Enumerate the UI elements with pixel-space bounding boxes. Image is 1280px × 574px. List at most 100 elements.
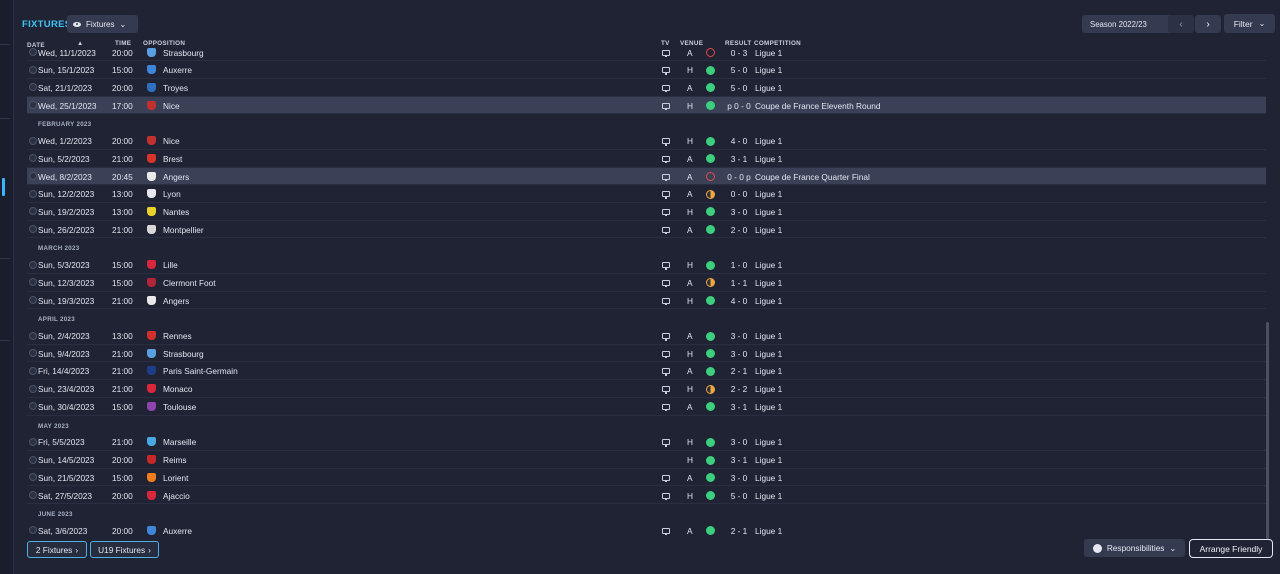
table-row[interactable]: Wed, 1/2/2023 20:00 Nice H 4 - 0 Ligue 1 [27,132,1266,150]
table-row[interactable]: Wed, 25/1/2023 17:00 Nice Hp 0 - 0 Coupe de … [27,96,1266,115]
competition-name[interactable]: Ligue 1 [755,402,782,412]
match-score[interactable]: 0 - 0 [724,189,754,199]
match-score[interactable]: 3 - 0 [724,349,754,359]
match-score[interactable]: 1 - 0 [724,260,754,270]
opposition-name[interactable]: Lorient [163,473,188,483]
table-row[interactable]: Sun, 15/1/2023 15:00 Auxerre H 5 - 0 Ligue 1 [27,61,1266,79]
arrange-friendly-button[interactable]: Arrange Friendly [1189,539,1273,558]
competition-name[interactable]: Coupe de France Eleventh Round [755,101,880,111]
competition-name[interactable]: Ligue 1 [755,384,782,394]
match-score[interactable]: 5 - 0 [724,491,754,501]
match-score[interactable]: 3 - 0 [724,437,754,447]
opposition-name[interactable]: Ajaccio [163,491,190,501]
opposition-name[interactable]: Angers [163,296,189,306]
opposition-name[interactable]: Brest [163,154,182,164]
match-score[interactable]: 4 - 0 [724,136,754,146]
table-row[interactable]: Sun, 12/3/2023 15:00 Clermont Foot A 1 - 1 Li… [27,274,1266,292]
competition-name[interactable]: Ligue 1 [755,154,782,164]
opposition-name[interactable]: Angers [163,172,189,182]
opposition-name[interactable]: Monaco [163,384,193,394]
filter-button[interactable]: Filter ⌄ [1224,14,1275,33]
opposition-name[interactable]: Montpellier [163,225,204,235]
competition-name[interactable]: Ligue 1 [755,136,782,146]
u19-fixtures-button[interactable]: U19 Fixtures › [90,541,159,558]
table-row[interactable]: Sun, 19/3/2023 21:00 Angers H 4 - 0 Ligue 1 [27,292,1266,310]
match-score[interactable]: 2 - 1 [724,526,754,536]
table-row[interactable]: Sat, 3/6/2023 20:00 Auxerre A 2 - 1 Ligue 1 [27,522,1266,538]
competition-name[interactable]: Ligue 1 [755,349,782,359]
table-row[interactable]: Sun, 26/2/2023 21:00 Montpellier A 2 - 0 Ligu… [27,221,1266,239]
opposition-name[interactable]: Strasbourg [163,48,204,58]
table-row[interactable]: Sun, 21/5/2023 15:00 Lorient A 3 - 0 Ligue 1 [27,469,1266,487]
match-score[interactable]: 2 - 0 [724,225,754,235]
opposition-name[interactable]: Nice [163,101,180,111]
competition-name[interactable]: Ligue 1 [755,189,782,199]
previous-season-button[interactable]: ‹ [1168,15,1194,33]
competition-name[interactable]: Ligue 1 [755,278,782,288]
table-scrollbar[interactable] [1266,322,1269,539]
opposition-name[interactable]: Lille [163,260,178,270]
opposition-name[interactable]: Toulouse [163,402,196,412]
table-row[interactable]: Fri, 14/4/2023 21:00 Paris Saint-Germain A 2… [27,362,1266,381]
competition-name[interactable]: Ligue 1 [755,526,782,536]
match-score[interactable]: 1 - 1 [724,278,754,288]
table-row[interactable]: Sat, 27/5/2023 20:00 Ajaccio H 5 - 0 Ligue 1 [27,487,1266,505]
opposition-name[interactable]: Marseille [163,437,196,447]
match-score[interactable]: 3 - 0 [724,473,754,483]
competition-name[interactable]: Ligue 1 [755,83,782,93]
competition-name[interactable]: Ligue 1 [755,260,782,270]
competition-name[interactable]: Ligue 1 [755,207,782,217]
opposition-name[interactable]: Lyon [163,189,181,199]
opposition-name[interactable]: Paris Saint-Germain [163,366,238,376]
next-season-button[interactable]: › [1195,15,1221,33]
opposition-name[interactable]: Auxerre [163,526,192,536]
match-score[interactable]: 2 - 2 [724,384,754,394]
table-row[interactable]: Sun, 5/3/2023 15:00 Lille H 1 - 0 Ligue 1 [27,256,1266,274]
match-score[interactable]: 3 - 1 [724,455,754,465]
competition-name[interactable]: Ligue 1 [755,366,782,376]
table-row[interactable]: Sun, 9/4/2023 21:00 Strasbourg H 3 - 0 Ligue … [27,345,1266,363]
match-score[interactable]: 3 - 0 [724,207,754,217]
competition-name[interactable]: Ligue 1 [755,455,782,465]
competition-name[interactable]: Ligue 1 [755,437,782,447]
table-row[interactable]: Sun, 30/4/2023 15:00 Toulouse A 3 - 1 Ligue 1 [27,398,1266,416]
competition-name[interactable]: Ligue 1 [755,491,782,501]
match-score[interactable]: 4 - 0 [724,296,754,306]
competition-name[interactable]: Ligue 1 [755,65,782,75]
view-dropdown[interactable]: Fixtures ⌄ [67,15,138,33]
competition-name[interactable]: Ligue 1 [755,331,782,341]
table-row[interactable]: Sun, 23/4/2023 21:00 Monaco H 2 - 2 Ligue 1 [27,380,1266,398]
match-score[interactable]: 0 - 3 [724,48,754,58]
opposition-name[interactable]: Reims [163,455,187,465]
table-row[interactable]: Sun, 2/4/2023 13:00 Rennes A 3 - 0 Ligue 1 [27,327,1266,345]
opposition-name[interactable]: Auxerre [163,65,192,75]
competition-name[interactable]: Ligue 1 [755,473,782,483]
opposition-name[interactable]: Clermont Foot [163,278,216,288]
table-row[interactable]: Sun, 12/2/2023 13:00 Lyon A 0 - 0 Ligue 1 [27,185,1266,203]
competition-name[interactable]: Ligue 1 [755,225,782,235]
match-score[interactable]: 3 - 1 [724,154,754,164]
table-row[interactable]: Sat, 21/1/2023 20:00 Troyes A 5 - 0 Ligue 1 [27,79,1266,97]
opposition-name[interactable]: Troyes [163,83,188,93]
match-score[interactable]: 3 - 0 [724,331,754,341]
competition-name[interactable]: Ligue 1 [755,48,782,58]
opposition-name[interactable]: Nantes [163,207,189,217]
two-fixtures-button[interactable]: 2 Fixtures › [27,541,87,558]
opposition-name[interactable]: Nice [163,136,180,146]
match-score[interactable]: 5 - 0 [724,65,754,75]
table-row[interactable]: Sun, 14/5/2023 20:00 Reims H 3 - 1 Ligue 1 [27,451,1266,469]
match-score[interactable]: 3 - 1 [724,402,754,412]
match-score[interactable]: 5 - 0 [724,83,754,93]
competition-name[interactable]: Coupe de France Quarter Final [755,172,870,182]
responsibilities-button[interactable]: Responsibilities ⌄ [1084,539,1185,557]
competition-name[interactable]: Ligue 1 [755,296,782,306]
opposition-name[interactable]: Rennes [163,331,192,341]
table-row[interactable]: Sun, 5/2/2023 21:00 Brest A 3 - 1 Ligue 1 [27,150,1266,168]
table-row[interactable]: Sun, 19/2/2023 13:00 Nantes H 3 - 0 Ligue 1 [27,203,1266,221]
table-row[interactable]: Wed, 8/2/2023 20:45 Angers A 0 - 0 p Coupe de… [27,167,1266,186]
opposition-name[interactable]: Strasbourg [163,349,204,359]
table-row[interactable]: Wed, 11/1/2023 20:00 Strasbourg A 0 - 3 Ligue… [27,45,1266,62]
match-score[interactable]: 0 - 0 p [724,172,754,182]
table-row[interactable]: Fri, 5/5/2023 21:00 Marseille H 3 - 0 Ligue 1 [27,433,1266,452]
match-score[interactable]: p 0 - 0 [724,101,754,111]
